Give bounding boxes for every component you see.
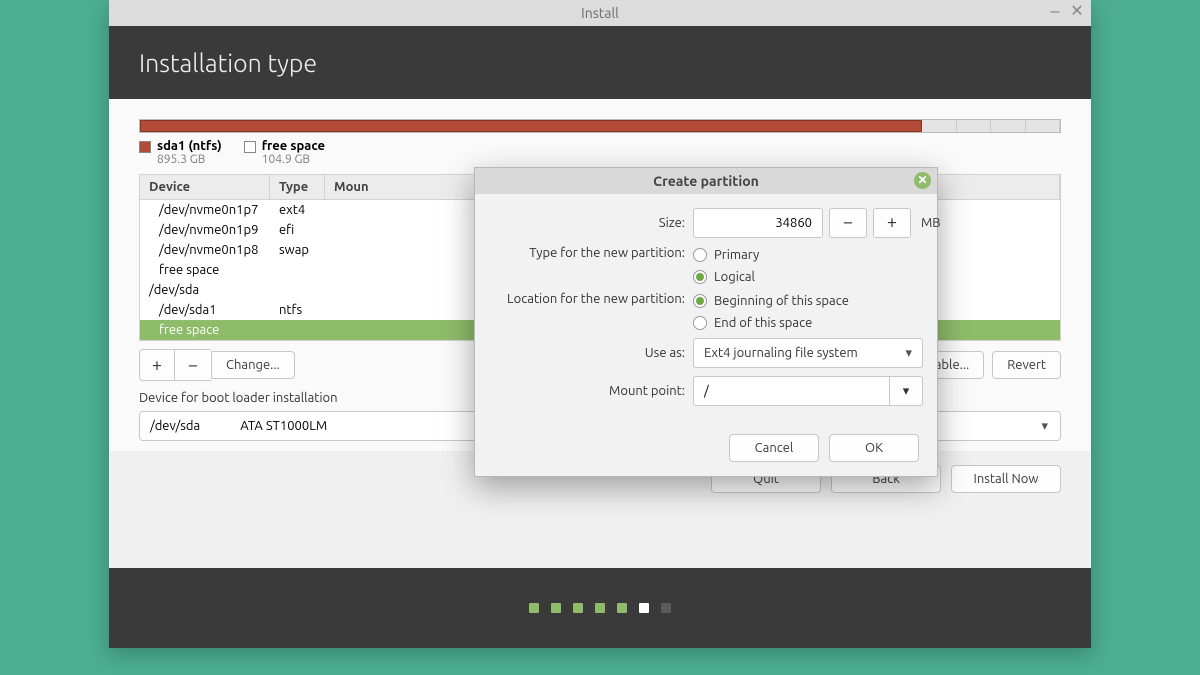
size-input[interactable] [693, 208, 823, 238]
mount-input[interactable] [693, 376, 889, 406]
add-partition-button[interactable]: + [139, 349, 175, 381]
cell-device: /dev/nvme0n1p9 [140, 220, 270, 240]
cell-type [270, 260, 325, 280]
revert-button[interactable]: Revert [992, 351, 1061, 379]
useas-select[interactable]: Ext4 journaling file system [693, 338, 923, 368]
titlebar: Install – ✕ [109, 0, 1091, 26]
disk-seg-used [140, 120, 922, 132]
cell-device: /dev/sda1 [140, 300, 270, 320]
type-label: Type for the new partition: [485, 246, 685, 260]
cell-type: swap [270, 240, 325, 260]
radio-icon [693, 270, 707, 284]
cell-type [270, 320, 325, 340]
cell-device: free space [140, 320, 270, 340]
progress-dots [109, 568, 1091, 648]
size-decrement-button[interactable]: − [829, 208, 867, 238]
cell-device: /dev/nvme0n1p7 [140, 200, 270, 220]
cell-type: ntfs [270, 300, 325, 320]
step-dot-icon [639, 603, 649, 613]
radio-icon [693, 294, 707, 308]
radio-beginning[interactable]: Beginning of this space [693, 294, 919, 308]
dialog-title: Create partition ✕ [475, 168, 937, 194]
location-label: Location for the new partition: [485, 292, 685, 306]
col-type: Type [270, 175, 325, 199]
cell-type: ext4 [270, 200, 325, 220]
disk-seg-free [922, 120, 1060, 132]
dialog-title-label: Create partition [653, 173, 759, 189]
radio-logical[interactable]: Logical [693, 270, 919, 284]
bootloader-device: /dev/sda [150, 419, 200, 433]
legend-item: free space 104.9 GB [244, 139, 325, 166]
swatch-icon [139, 141, 151, 153]
col-device: Device [140, 175, 270, 199]
ok-button[interactable]: OK [829, 434, 919, 462]
step-dot-icon [529, 603, 539, 613]
step-dot-icon [595, 603, 605, 613]
size-unit: MB [921, 216, 941, 230]
change-partition-button[interactable]: Change... [211, 351, 295, 379]
mount-dropdown-button[interactable]: ▾ [889, 376, 923, 406]
legend-size: 895.3 GB [157, 153, 222, 166]
size-label: Size: [485, 216, 685, 230]
dialog-close-icon[interactable]: ✕ [914, 172, 931, 189]
radio-label: Beginning of this space [714, 294, 849, 308]
cell-device: /dev/sda [140, 280, 270, 300]
install-now-button[interactable]: Install Now [951, 465, 1061, 493]
legend-label: free space [262, 139, 325, 153]
radio-label: Logical [714, 270, 755, 284]
disk-legend: sda1 (ntfs) 895.3 GB free space 104.9 GB [139, 139, 1061, 166]
minimize-icon[interactable]: – [1047, 4, 1063, 20]
mount-label: Mount point: [485, 384, 685, 398]
cell-device: free space [140, 260, 270, 280]
close-icon[interactable]: ✕ [1069, 4, 1085, 20]
hero-banner: Installation type [109, 26, 1091, 99]
chevron-down-icon: ▾ [903, 384, 910, 399]
legend-size: 104.9 GB [262, 153, 325, 166]
window-title: Install [581, 5, 619, 21]
disk-usage-bar [139, 119, 1061, 133]
useas-label: Use as: [485, 346, 685, 360]
radio-label: End of this space [714, 316, 812, 330]
create-partition-dialog: Create partition ✕ Size: − + MB Type for… [474, 167, 938, 477]
swatch-icon [244, 141, 256, 153]
page-title: Installation type [139, 49, 317, 77]
cancel-button[interactable]: Cancel [729, 434, 819, 462]
step-dot-icon [551, 603, 561, 613]
radio-end[interactable]: End of this space [693, 316, 919, 330]
useas-value: Ext4 journaling file system [704, 346, 858, 360]
cell-type: efi [270, 220, 325, 240]
remove-partition-button[interactable]: − [175, 349, 211, 381]
cell-type [270, 280, 325, 300]
radio-icon [693, 316, 707, 330]
bootloader-desc: ATA ST1000LM [240, 419, 327, 433]
step-dot-icon [661, 603, 671, 613]
radio-primary[interactable]: Primary [693, 248, 919, 262]
legend-label: sda1 (ntfs) [157, 139, 222, 153]
cell-device: /dev/nvme0n1p8 [140, 240, 270, 260]
radio-label: Primary [714, 248, 759, 262]
legend-item: sda1 (ntfs) 895.3 GB [139, 139, 222, 166]
radio-icon [693, 248, 707, 262]
step-dot-icon [617, 603, 627, 613]
step-dot-icon [573, 603, 583, 613]
size-increment-button[interactable]: + [873, 208, 911, 238]
